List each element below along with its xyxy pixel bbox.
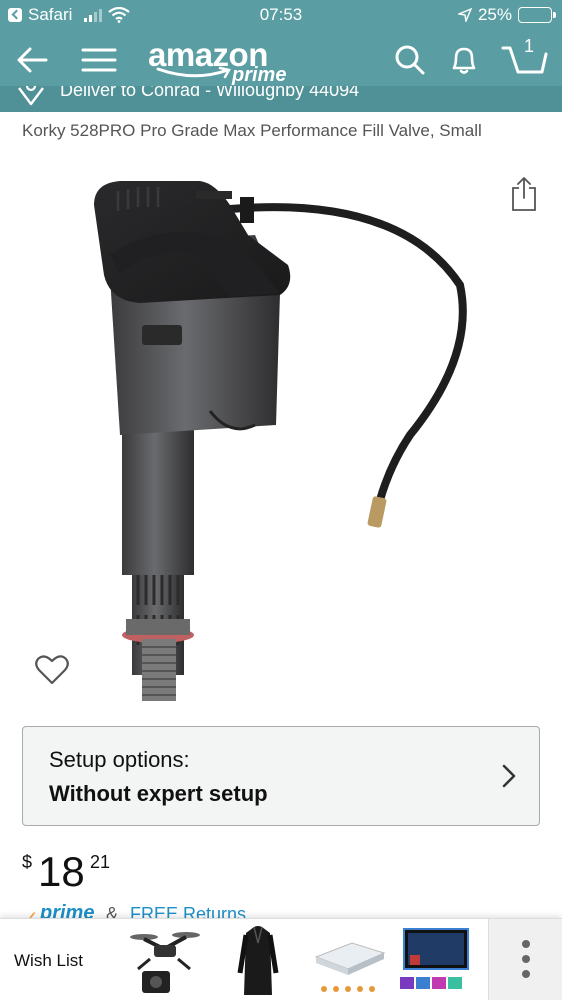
battery-icon xyxy=(518,7,556,23)
wishlist-thumbnail-drone[interactable] xyxy=(124,923,204,997)
price-fraction: 21 xyxy=(90,852,111,872)
wishlist-thumbnail-coat[interactable] xyxy=(218,923,298,997)
more-panel[interactable] xyxy=(488,919,562,1000)
heart-icon[interactable] xyxy=(34,652,70,686)
nav-row: amazon prime 1 xyxy=(0,34,562,86)
logo-prime: prime xyxy=(232,64,287,86)
wishlist-thumbnail-tv-backlight[interactable] xyxy=(396,923,476,997)
bell-icon[interactable] xyxy=(446,42,482,78)
setup-options-label: Setup options: xyxy=(49,747,190,772)
wishlist-thumbnail-mini-pc[interactable] xyxy=(308,923,388,997)
app-header: Safari 07:53 25% amazon prime 1 Deliver … xyxy=(0,0,562,112)
share-icon[interactable] xyxy=(510,176,538,212)
wish-list-bar: Wish List xyxy=(0,918,562,1000)
price-whole: 18 xyxy=(38,848,85,895)
logo-smile-icon xyxy=(156,66,231,79)
cart-button[interactable]: 1 xyxy=(500,36,550,82)
amazon-prime-logo[interactable]: amazon prime xyxy=(148,36,308,86)
price-currency: $ xyxy=(22,852,33,872)
deliver-to-text: Deliver to Conrad - Willoughby 44094 xyxy=(60,86,360,100)
wish-list-label[interactable]: Wish List xyxy=(14,951,83,971)
menu-icon[interactable] xyxy=(80,42,118,78)
location-arrow-icon xyxy=(457,8,472,22)
setup-options-value: Without expert setup xyxy=(49,781,268,806)
product-image[interactable] xyxy=(80,175,480,705)
search-icon[interactable] xyxy=(392,42,428,78)
status-right: 25% xyxy=(457,5,556,25)
deliver-to-bar[interactable]: Deliver to Conrad - Willoughby 44094 xyxy=(0,86,562,112)
setup-options-selector[interactable]: Setup options: Without expert setup xyxy=(22,726,540,826)
more-dots-icon xyxy=(522,940,530,978)
back-arrow-icon[interactable] xyxy=(14,42,50,78)
prime-free-returns-row: ✓ prime & FREE Returns xyxy=(22,900,322,920)
product-title: Korky 528PRO Pro Grade Max Performance F… xyxy=(22,121,482,140)
location-pin-icon xyxy=(18,86,44,106)
battery-percent: 25% xyxy=(477,5,512,24)
chevron-right-icon xyxy=(502,764,516,788)
status-bar: Safari 07:53 25% xyxy=(0,0,562,32)
cart-count: 1 xyxy=(524,36,535,56)
